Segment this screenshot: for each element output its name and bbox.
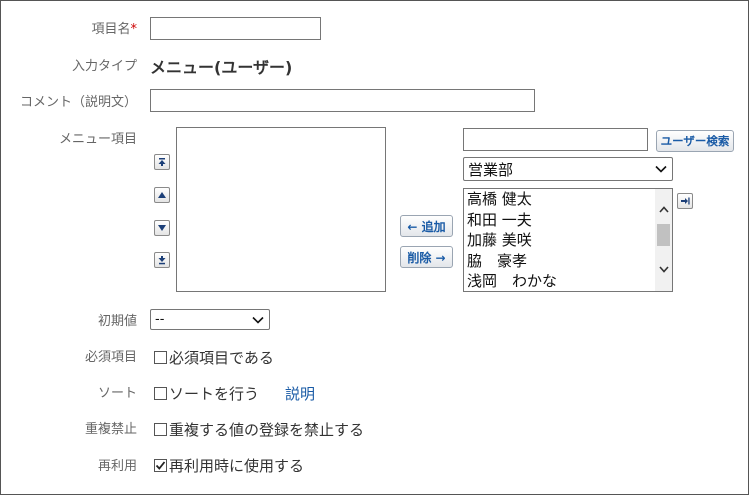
move-bottom-button[interactable]	[154, 252, 170, 268]
menu-items-label: メニュー項目	[58, 132, 137, 147]
scroll-up-icon[interactable]	[655, 201, 672, 218]
remove-button[interactable]: 削除 →	[400, 246, 453, 268]
reuse-checkbox[interactable]: 再利用時に使用する	[154, 455, 304, 476]
comment-label: コメント（説明文）	[19, 95, 137, 110]
move-up-button[interactable]	[154, 187, 170, 203]
group-select[interactable]: 営業部	[463, 157, 673, 181]
reuse-label: 再利用	[97, 459, 137, 474]
user-list-item[interactable]: 浅岡 わかな	[464, 271, 672, 291]
chevron-down-icon	[655, 165, 667, 173]
arrow-top-icon	[158, 158, 166, 166]
chevron-down-icon	[252, 316, 264, 324]
checkbox-box[interactable]	[154, 423, 167, 436]
sort-checkbox[interactable]: ソートを行う	[154, 383, 259, 404]
no-duplicates-label: 重複禁止	[84, 422, 137, 437]
required-mark: *	[130, 22, 138, 37]
user-search-input[interactable]	[463, 128, 648, 151]
user-list-scrollbar[interactable]	[655, 189, 672, 291]
user-search-button[interactable]: ユーザー検索	[656, 130, 734, 152]
initial-value-select[interactable]: --	[150, 309, 270, 330]
required-checkbox[interactable]: 必須項目である	[154, 347, 274, 368]
user-list-item[interactable]: 脇 豪孝	[464, 251, 672, 272]
arrow-right-bar-icon	[681, 197, 690, 205]
user-list-item[interactable]: 高橋 健太	[464, 189, 672, 210]
user-list[interactable]: 高橋 健太 和田 一夫 加藤 美咲 脇 豪孝 浅岡 わかな	[463, 188, 673, 292]
sort-help-link[interactable]: 説明	[285, 383, 315, 404]
required-checkbox-label[interactable]: 必須項目である	[169, 347, 274, 368]
arrow-down-icon	[158, 225, 166, 231]
arrow-bottom-icon	[158, 256, 166, 265]
add-button[interactable]: ← 追加	[400, 215, 453, 237]
input-type-value: メニュー(ユーザー)	[150, 58, 293, 77]
checkbox-box[interactable]	[154, 351, 167, 364]
scroll-down-icon[interactable]	[655, 261, 672, 278]
no-duplicates-checkbox-label[interactable]: 重複する値の登録を禁止する	[169, 419, 364, 440]
input-type-label: 入力タイプ	[71, 59, 137, 74]
required-label: 必須項目	[84, 350, 137, 365]
initial-value-label: 初期値	[97, 314, 137, 329]
comment-input[interactable]	[150, 89, 535, 112]
item-name-label: 項目名*	[91, 22, 138, 37]
item-name-input[interactable]	[150, 17, 321, 40]
user-list-item[interactable]: 加藤 美咲	[464, 230, 672, 251]
move-top-button[interactable]	[154, 154, 170, 170]
reuse-checkbox-label[interactable]: 再利用時に使用する	[169, 455, 304, 476]
sort-label: ソート	[97, 386, 137, 401]
checkbox-box[interactable]	[154, 459, 167, 472]
scrollbar-thumb[interactable]	[657, 224, 670, 246]
add-all-button[interactable]	[677, 193, 693, 209]
checkbox-box[interactable]	[154, 387, 167, 400]
group-select-value: 営業部	[468, 160, 514, 179]
no-duplicates-checkbox[interactable]: 重複する値の登録を禁止する	[154, 419, 364, 440]
checkmark-icon	[155, 461, 166, 470]
user-list-item[interactable]: 和田 一夫	[464, 210, 672, 231]
selected-menu-items-list[interactable]	[176, 127, 386, 292]
arrow-up-icon	[158, 192, 166, 198]
initial-value-select-value: --	[155, 312, 165, 327]
move-down-button[interactable]	[154, 220, 170, 236]
sort-checkbox-label[interactable]: ソートを行う	[169, 383, 259, 404]
